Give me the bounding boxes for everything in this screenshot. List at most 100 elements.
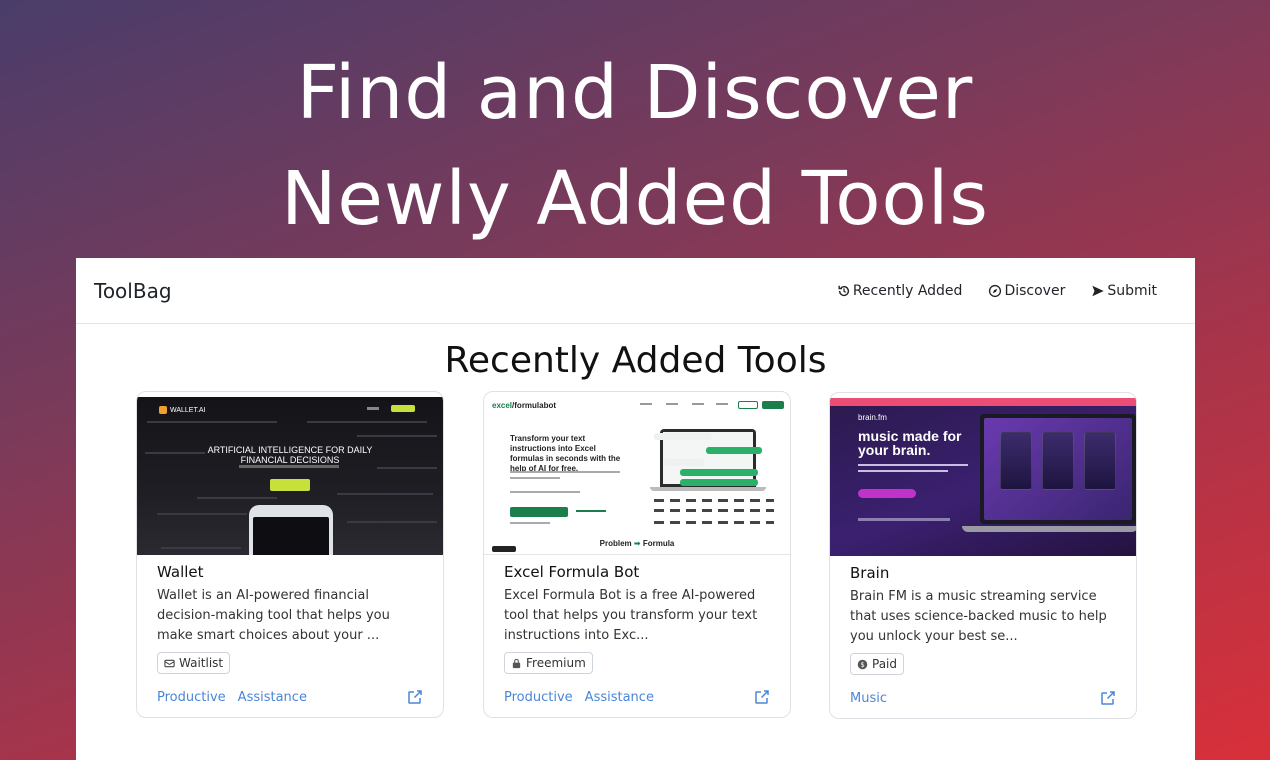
thumb-try-button — [738, 401, 758, 409]
tool-card-wallet[interactable]: WALLET.AI ARTIFICIAL INTELLIGENCE FOR DA… — [136, 391, 444, 718]
chat-bubble — [680, 479, 758, 486]
mode-tile — [1000, 432, 1032, 490]
laptop-mockup — [980, 414, 1136, 524]
tool-card-excel-formula-bot[interactable]: excel/formulabot Transform your text ins… — [483, 391, 791, 718]
pricing-label: Paid — [872, 657, 898, 671]
problem-formula: Problem ➡ Formula — [599, 539, 675, 548]
nav-links: Recently Added Discover Submit — [837, 283, 1157, 299]
hero-line-2: Newly Added Tools — [281, 156, 989, 242]
external-link-icon[interactable] — [407, 689, 423, 705]
press-logos — [858, 518, 950, 521]
nav-submit-label: Submit — [1107, 282, 1157, 299]
thumb-button — [270, 479, 310, 491]
chat-bubble — [654, 433, 712, 440]
thumb-text-line — [145, 452, 205, 454]
thumb-text-line — [510, 491, 580, 493]
tool-card-brain[interactable]: brain.fm music made for your brain. Brai… — [829, 392, 1137, 719]
thumb-text-line — [307, 421, 427, 423]
thumb-text-line — [337, 493, 433, 495]
brain-headline: music made for your brain. — [858, 428, 962, 458]
thumb-nav-line — [367, 407, 379, 410]
external-link-icon[interactable] — [1100, 690, 1116, 706]
history-icon — [838, 285, 849, 296]
thumb-text-line — [161, 547, 241, 549]
card-description: Wallet is an AI-powered financial decisi… — [157, 588, 390, 643]
card-title[interactable]: Wallet — [157, 563, 423, 583]
mode-tile — [1042, 432, 1074, 490]
pricing-badge: Freemium — [504, 652, 593, 674]
thumb-text-line — [377, 467, 437, 469]
chat-bubble — [664, 459, 704, 466]
hero-line-1: Find and Discover — [296, 50, 974, 136]
mode-tile — [1084, 432, 1116, 490]
external-link-icon[interactable] — [754, 689, 770, 705]
card-title[interactable]: Excel Formula Bot — [504, 563, 770, 583]
tag-link[interactable]: Assistance — [585, 690, 654, 705]
nav-recently-added[interactable]: Recently Added — [837, 282, 963, 299]
thumb-sub-line — [239, 465, 339, 468]
thumb-nav-line — [640, 403, 652, 405]
tag-link[interactable]: Productive — [504, 690, 573, 705]
thumb-banner — [830, 398, 1136, 406]
thumb-text-line — [357, 435, 437, 437]
wallet-thumbnail[interactable]: WALLET.AI ARTIFICIAL INTELLIGENCE FOR DA… — [137, 397, 443, 555]
thumb-nav-line — [716, 403, 728, 405]
chat-bubble — [680, 469, 758, 476]
nav-discover[interactable]: Discover — [988, 283, 1065, 299]
wallet-headline-2: FINANCIAL DECISIONS — [240, 455, 340, 465]
thumb-nav-line — [692, 403, 704, 405]
hero-heading: Find and Discover Newly Added Tools — [0, 40, 1270, 252]
nav-recently-added-label: Recently Added — [852, 282, 963, 299]
thumb-cta — [391, 405, 415, 412]
thumb-text-line — [510, 471, 620, 473]
brain-thumbnail[interactable]: brain.fm music made for your brain. — [830, 398, 1136, 556]
thumb-login-button — [762, 401, 784, 409]
card-title[interactable]: Brain — [850, 564, 1116, 584]
wallet-headline: ARTIFICIAL INTELLIGENCE FOR DAILY FINANC… — [137, 445, 443, 465]
nav-submit[interactable]: Submit — [1091, 283, 1157, 299]
dollar-coin-icon: $ — [857, 659, 868, 669]
chat-bubble — [706, 447, 762, 454]
phone-mockup — [249, 505, 333, 555]
tool-cards: WALLET.AI ARTIFICIAL INTELLIGENCE FOR DA… — [136, 391, 1137, 721]
card-description: Excel Formula Bot is a free AI-powered t… — [504, 588, 758, 643]
thumb-text-line — [157, 513, 247, 515]
pricing-badge: $ Paid — [850, 653, 905, 675]
thumb-nav-line — [666, 403, 678, 405]
thumb-text-line — [510, 477, 560, 479]
excel-brand-2: formulabot — [514, 401, 557, 410]
brand-logo[interactable]: ToolBag — [94, 279, 172, 303]
tag-link[interactable]: Music — [850, 691, 887, 706]
tag-link[interactable]: Productive — [157, 690, 226, 705]
formula-label: Formula — [642, 539, 675, 548]
svg-text:$: $ — [860, 660, 864, 668]
excel-headline: Transform your text instructions into Ex… — [510, 434, 621, 473]
pricing-badge: Waitlist — [157, 652, 231, 674]
lock-icon — [512, 658, 521, 668]
pricing-label: Freemium — [526, 656, 586, 670]
thumb-text-line — [510, 522, 550, 524]
thumb-sub-line — [858, 470, 948, 472]
thumb-sub-line — [858, 464, 968, 466]
brain-logo: brain.fm — [858, 413, 887, 422]
thumb-badge — [492, 546, 516, 552]
navbar: ToolBag Recently Added Discover Submit — [76, 258, 1195, 324]
tag-link[interactable]: Assistance — [238, 690, 307, 705]
excel-brand-1: excel — [492, 401, 513, 410]
nav-discover-label: Discover — [1004, 282, 1066, 299]
company-logos — [654, 499, 774, 502]
thumb-button — [858, 489, 916, 498]
send-icon — [1092, 285, 1105, 296]
wallet-logo: WALLET.AI — [159, 406, 206, 414]
excel-thumbnail[interactable]: excel/formulabot Transform your text ins… — [484, 397, 790, 555]
company-logos — [654, 521, 774, 524]
compass-icon — [989, 284, 1002, 297]
waitlist-icon — [164, 659, 175, 667]
thumb-text-line — [197, 497, 277, 499]
thumb-text-line — [147, 421, 277, 423]
thumb-button — [510, 507, 568, 517]
problem-label: Problem — [599, 539, 632, 548]
browser-screenshot: ToolBag Recently Added Discover Submit R… — [76, 258, 1195, 760]
laptop-base — [962, 526, 1136, 532]
company-logos — [654, 509, 774, 512]
